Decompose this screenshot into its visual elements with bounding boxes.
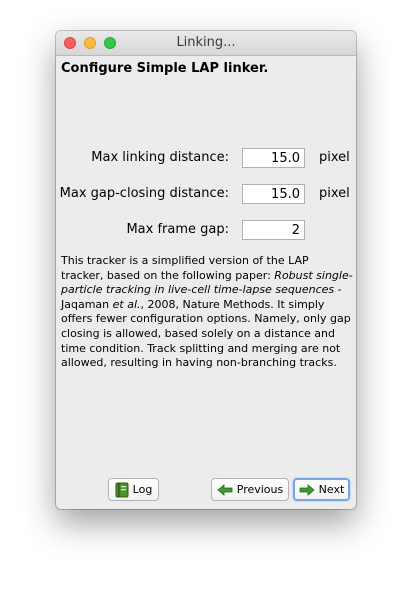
next-button-label: Next bbox=[318, 483, 345, 496]
log-book-icon bbox=[115, 482, 129, 498]
max-linking-distance-label: Max linking distance: bbox=[91, 150, 229, 165]
window-title: Linking... bbox=[176, 35, 236, 50]
previous-button-label: Previous bbox=[236, 483, 284, 496]
next-button[interactable]: Next bbox=[293, 478, 350, 501]
paper-et-al: et al. bbox=[112, 297, 141, 311]
max-gap-closing-distance-row: Max gap-closing distance: pixel bbox=[56, 184, 356, 204]
log-button[interactable]: Log bbox=[108, 478, 159, 501]
paper-citation: , 2008, Nature Methods. bbox=[140, 297, 274, 311]
panel-heading: Configure Simple LAP linker. bbox=[61, 61, 269, 76]
log-button-label: Log bbox=[132, 483, 153, 496]
arrow-left-icon bbox=[217, 483, 233, 496]
max-gap-closing-distance-input[interactable] bbox=[242, 184, 305, 204]
max-linking-distance-row: Max linking distance: pixel bbox=[56, 148, 356, 168]
max-frame-gap-input[interactable] bbox=[242, 220, 305, 240]
previous-button[interactable]: Previous bbox=[211, 478, 289, 501]
linking-dialog: Linking... Configure Simple LAP linker. … bbox=[56, 31, 356, 509]
max-gap-closing-distance-unit: pixel bbox=[319, 186, 350, 201]
max-frame-gap-label: Max frame gap: bbox=[126, 222, 229, 237]
max-linking-distance-unit: pixel bbox=[319, 150, 350, 165]
tracker-description: This tracker is a simplified version of … bbox=[61, 254, 353, 371]
max-frame-gap-row: Max frame gap: bbox=[56, 220, 356, 240]
max-gap-closing-distance-label: Max gap-closing distance: bbox=[59, 186, 229, 201]
description-intro: This tracker is a simplified version of … bbox=[61, 254, 309, 282]
arrow-right-icon bbox=[299, 483, 315, 496]
title-bar: Linking... bbox=[56, 31, 356, 56]
max-linking-distance-input[interactable] bbox=[242, 148, 305, 168]
